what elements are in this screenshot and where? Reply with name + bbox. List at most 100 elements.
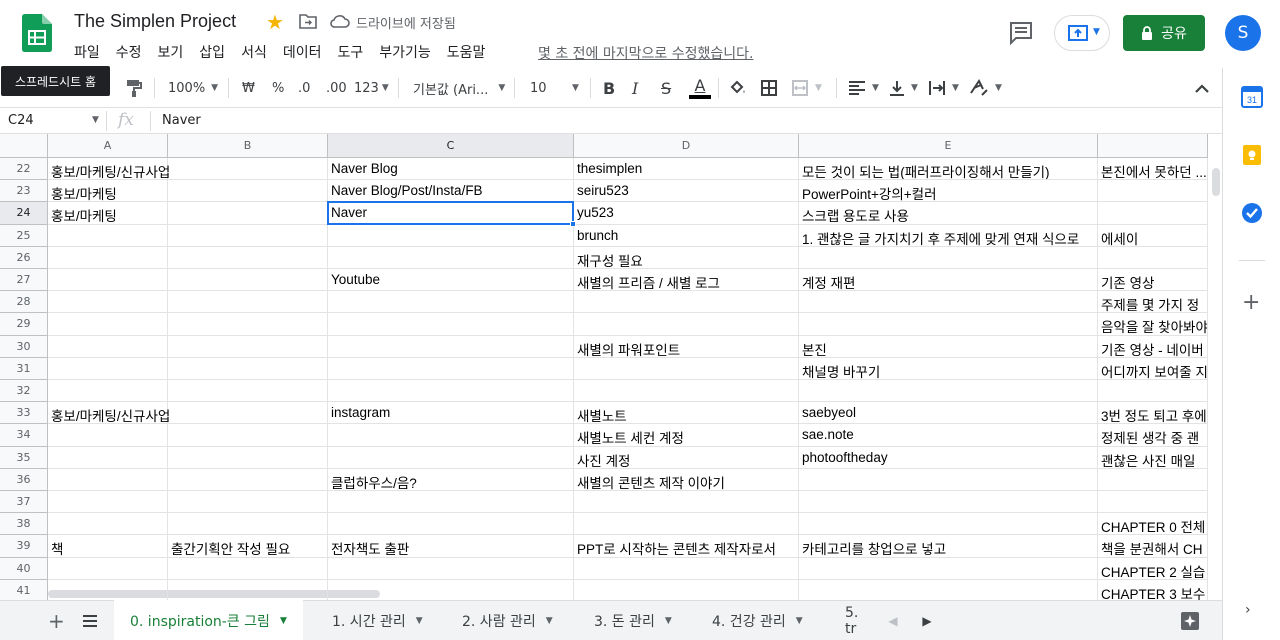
grid-cell[interactable]: [48, 291, 168, 314]
menu-file[interactable]: 파일: [74, 42, 100, 62]
grid-cell[interactable]: 주제를 몇 가지 정: [1098, 291, 1208, 314]
grid-cell[interactable]: [799, 491, 1098, 514]
decrease-decimal-button[interactable]: .0: [298, 68, 310, 108]
grid-cell[interactable]: 새별의 프리즘 / 새별 로그: [574, 269, 799, 292]
vertical-align-icon[interactable]: ▼: [889, 68, 918, 108]
grid-cell[interactable]: [48, 357, 168, 380]
grid-cell[interactable]: 괜찮은 사진 매일: [1098, 446, 1208, 469]
grid-cell[interactable]: [168, 380, 328, 403]
grid-cell[interactable]: 기존 영상 - 네이버: [1098, 335, 1208, 358]
last-edit-link[interactable]: 몇 초 전에 마지막으로 수정했습니다.: [538, 43, 753, 63]
grid-cell[interactable]: 모든 것이 되는 법(패러프라이징해서 만들기): [799, 158, 1098, 181]
row-header[interactable]: 34: [0, 424, 48, 447]
grid-cell[interactable]: 3번 정도 퇴고 후에: [1098, 402, 1208, 425]
row-header[interactable]: 39: [0, 535, 48, 558]
increase-decimal-button[interactable]: .00: [326, 68, 347, 108]
row-header[interactable]: 26: [0, 246, 48, 269]
name-box[interactable]: C24: [8, 113, 34, 128]
grid-cell[interactable]: [1098, 180, 1208, 203]
column-header[interactable]: A: [48, 134, 168, 158]
grid-cell[interactable]: [168, 291, 328, 314]
grid-cell[interactable]: [799, 246, 1098, 269]
grid-cell[interactable]: [168, 180, 328, 203]
row-header[interactable]: 25: [0, 224, 48, 247]
grid-cell[interactable]: [574, 513, 799, 536]
grid-cell[interactable]: Naver Blog/Post/Insta/FB: [328, 180, 574, 203]
grid-cell[interactable]: [799, 579, 1098, 600]
row-header[interactable]: 29: [0, 313, 48, 336]
grid-cell[interactable]: CHAPTER 3 보수: [1098, 579, 1208, 600]
grid-cell[interactable]: 카테고리를 창업으로 넣고: [799, 535, 1098, 558]
grid-cell[interactable]: 새별노트 세컨 계정: [574, 424, 799, 447]
grid-cell[interactable]: [574, 579, 799, 600]
grid-cell[interactable]: Naver Blog: [328, 158, 574, 181]
sheet-tab-2[interactable]: 2. 사람 관리 ▼: [462, 601, 553, 640]
tasks-icon[interactable]: [1241, 202, 1263, 224]
grid-cell[interactable]: [168, 202, 328, 225]
grid-cell[interactable]: [799, 513, 1098, 536]
grid-cell[interactable]: 스크랩 용도로 사용: [799, 202, 1098, 225]
grid-cell[interactable]: [1098, 246, 1208, 269]
grid-cell[interactable]: Naver: [328, 202, 574, 225]
column-header[interactable]: [1098, 134, 1208, 158]
sheet-tab-4[interactable]: 4. 건강 관리 ▼: [712, 601, 803, 640]
grid-cell[interactable]: 사진 계정: [574, 446, 799, 469]
grid-cell[interactable]: [48, 579, 168, 600]
grid-cell[interactable]: 홍보/마케팅/신규사업: [48, 158, 170, 181]
fill-color-icon[interactable]: [729, 68, 747, 108]
row-header[interactable]: 23: [0, 180, 48, 203]
grid-cell[interactable]: brunch: [574, 224, 799, 247]
grid-cell[interactable]: [168, 491, 328, 514]
grid-cell[interactable]: [328, 357, 574, 380]
percent-format-button[interactable]: %: [272, 68, 284, 108]
grid-cell[interactable]: [168, 357, 328, 380]
all-sheets-icon[interactable]: [82, 601, 98, 640]
grid-cell[interactable]: [168, 579, 328, 600]
spreadsheet-grid[interactable]: A B C D E 22 홍보/마케팅/신규사업 Naver Blog thesimplen 모든…: [0, 134, 1208, 600]
zoom-select[interactable]: 100% ▼: [168, 68, 218, 108]
grid-cell[interactable]: [328, 246, 574, 269]
row-header[interactable]: 24: [0, 202, 48, 225]
grid-cell[interactable]: 어디까지 보여줄 지: [1098, 357, 1208, 380]
grid-cell[interactable]: 에세이: [1098, 224, 1208, 247]
grid-cell[interactable]: 홍보/마케팅/신규사업: [48, 402, 170, 425]
grid-cell[interactable]: 채널명 바꾸기: [799, 357, 1098, 380]
grid-cell[interactable]: [574, 557, 799, 580]
menu-tools[interactable]: 도구: [337, 42, 363, 62]
grid-cell[interactable]: [168, 446, 328, 469]
keep-icon[interactable]: [1241, 144, 1263, 166]
sheets-logo-icon[interactable]: [22, 14, 52, 52]
grid-cell[interactable]: 클럽하우스/음?: [328, 468, 574, 491]
vertical-scroll-thumb[interactable]: [1212, 168, 1220, 196]
scroll-right-icon[interactable]: ▶: [922, 614, 931, 628]
text-color-button[interactable]: A: [689, 68, 711, 108]
font-size-select[interactable]: 10 ▼: [530, 68, 579, 108]
grid-cell[interactable]: 책: [48, 535, 168, 558]
grid-cell[interactable]: 출간기획안 작성 필요: [168, 535, 328, 558]
grid-cell[interactable]: [48, 446, 168, 469]
row-header[interactable]: 32: [0, 380, 48, 403]
grid-cell[interactable]: seiru523: [574, 180, 799, 203]
comment-history-icon[interactable]: [1008, 20, 1034, 46]
grid-cell[interactable]: [799, 468, 1098, 491]
row-header[interactable]: 30: [0, 335, 48, 358]
row-header[interactable]: 35: [0, 446, 48, 469]
grid-cell[interactable]: [328, 579, 574, 600]
star-icon[interactable]: ★: [266, 10, 284, 34]
sheet-tab-5[interactable]: 5. tr: [845, 601, 873, 640]
grid-cell[interactable]: 새별노트: [574, 402, 799, 425]
grid-cell[interactable]: PowerPoint+강의+컬러: [799, 180, 1098, 203]
fill-handle[interactable]: [570, 220, 576, 227]
grid-cell[interactable]: [328, 513, 574, 536]
move-to-folder-icon[interactable]: [299, 13, 317, 29]
present-button[interactable]: ▼: [1054, 15, 1110, 51]
sheet-tab-1[interactable]: 1. 시간 관리 ▼: [332, 601, 423, 640]
row-header[interactable]: 41: [0, 579, 48, 600]
grid-cell[interactable]: [799, 557, 1098, 580]
paint-format-icon[interactable]: [126, 68, 142, 108]
grid-cell[interactable]: [48, 491, 168, 514]
menu-format[interactable]: 서식: [241, 42, 267, 62]
grid-cell[interactable]: 음악을 잘 찾아봐야: [1098, 313, 1208, 336]
grid-cell[interactable]: [1098, 380, 1208, 403]
grid-cell[interactable]: [328, 335, 574, 358]
